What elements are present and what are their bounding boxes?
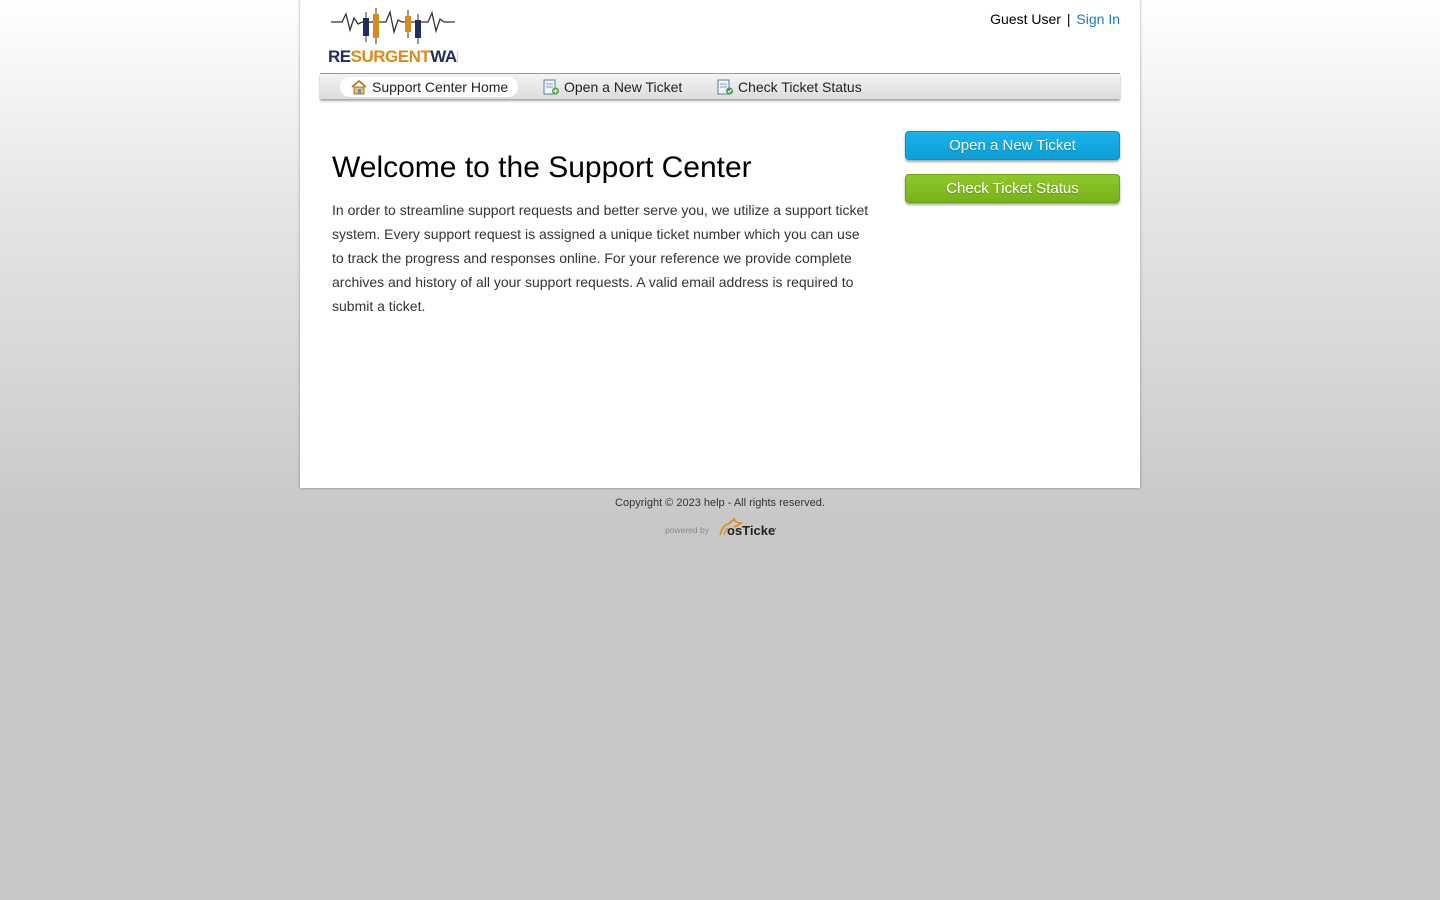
sign-in-link[interactable]: Sign In bbox=[1076, 11, 1120, 27]
logo-text-surgent: SURGENT bbox=[351, 47, 432, 66]
powered-by-osticket-logo[interactable]: powered by osTicket bbox=[664, 515, 780, 539]
osticket-brand-text: osTicket bbox=[727, 523, 776, 538]
open-new-ticket-button[interactable]: Open a New Ticket bbox=[905, 131, 1120, 160]
nav-label: Open a New Ticket bbox=[564, 79, 683, 95]
svg-text:RESURGENTWARE: RESURGENTWARE bbox=[328, 47, 458, 66]
nav-label: Support Center Home bbox=[372, 79, 509, 95]
powered-by-text: powered by bbox=[665, 525, 710, 535]
welcome-section: Welcome to the Support Center In order t… bbox=[332, 150, 872, 318]
nav-open-new-ticket[interactable]: Open a New Ticket bbox=[532, 77, 692, 97]
home-icon bbox=[350, 79, 368, 95]
check-ticket-status-button[interactable]: Check Ticket Status bbox=[905, 174, 1120, 203]
logo-text-ware: WARE bbox=[430, 47, 458, 66]
resurgentware-logo[interactable]: RESURGENTWARE bbox=[328, 4, 458, 66]
nav-support-center-home[interactable]: Support Center Home bbox=[340, 77, 519, 97]
new-ticket-icon bbox=[542, 79, 560, 95]
logo-text-re: RE bbox=[328, 47, 351, 66]
page-title: Welcome to the Support Center bbox=[332, 151, 752, 184]
ticket-status-icon bbox=[716, 79, 734, 95]
guest-user-label: Guest User bbox=[990, 11, 1061, 27]
userbar-separator: | bbox=[1066, 11, 1071, 27]
main-nav: Support Center Home Open a New Ticket Ch… bbox=[320, 73, 1120, 99]
welcome-text: In order to streamline support requests … bbox=[332, 202, 869, 314]
nav-check-ticket-status[interactable]: Check Ticket Status bbox=[706, 77, 872, 97]
copyright-text: Copyright © 2023 help - All rights reser… bbox=[615, 497, 825, 509]
footer: Copyright © 2023 help - All rights reser… bbox=[300, 497, 1140, 539]
user-bar: Guest User | Sign In bbox=[990, 11, 1120, 27]
page-container: RESURGENTWARE Guest User | Sign In Suppo… bbox=[300, 0, 1140, 488]
nav-label: Check Ticket Status bbox=[738, 79, 862, 95]
